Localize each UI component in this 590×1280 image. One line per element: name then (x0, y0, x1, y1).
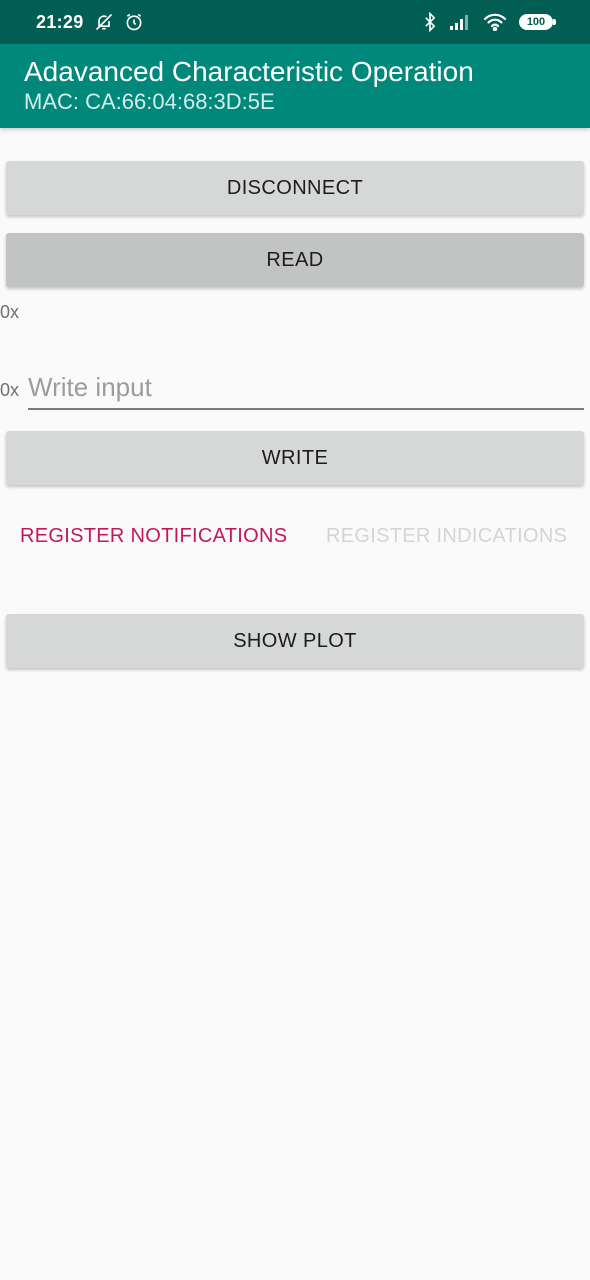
register-notifications-button[interactable]: REGISTER NOTIFICATIONS (20, 516, 287, 556)
status-left: 21:29 (36, 12, 144, 33)
status-right: 100 (423, 12, 556, 32)
write-input[interactable] (28, 370, 584, 410)
bluetooth-icon (423, 12, 437, 32)
battery-level: 100 (519, 14, 553, 30)
read-value-prefix: 0x (0, 302, 20, 322)
disconnect-button[interactable]: DISCONNECT (6, 161, 584, 215)
status-bar: 21:29 100 (0, 0, 590, 44)
app-bar: Adavanced Characteristic Operation MAC: … (0, 44, 590, 128)
status-time: 21:29 (36, 11, 84, 32)
battery-tip (553, 19, 556, 25)
mac-address: MAC: CA:66:04:68:3D:5E (24, 89, 275, 114)
write-value-prefix: 0x (0, 380, 20, 400)
bell-off-icon (94, 12, 114, 32)
show-plot-button[interactable]: SHOW PLOT (6, 614, 584, 668)
battery-icon: 100 (519, 14, 556, 30)
page-title: Adavanced Characteristic Operation (24, 56, 474, 87)
register-indications-button[interactable]: REGISTER INDICATIONS (326, 516, 567, 556)
write-button[interactable]: WRITE (6, 431, 584, 485)
read-button[interactable]: READ (6, 233, 584, 287)
alarm-icon (124, 12, 144, 32)
signal-icon (449, 13, 471, 31)
wifi-icon (483, 13, 507, 31)
